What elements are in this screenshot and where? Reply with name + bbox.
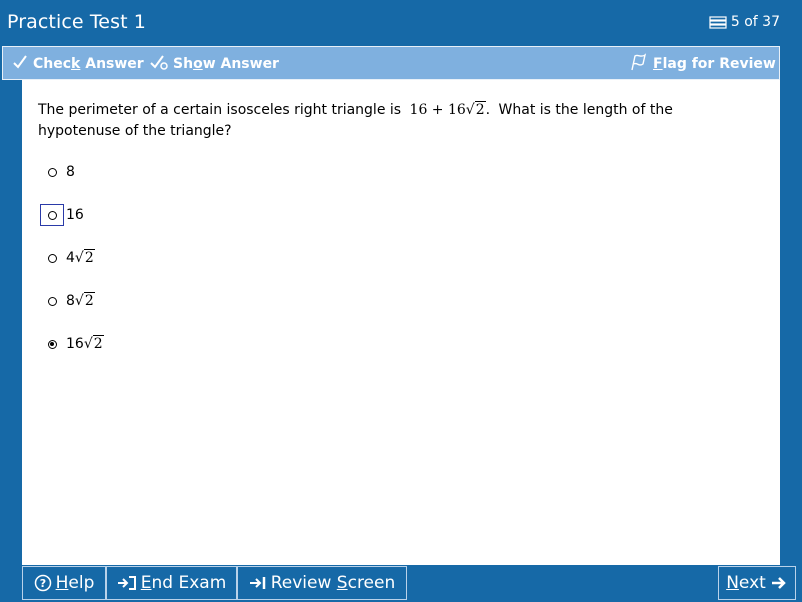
radio-button[interactable] bbox=[47, 167, 57, 177]
show-answer-icon bbox=[149, 53, 169, 75]
counter-text: 5 of 37 bbox=[730, 14, 780, 30]
question-circle-icon: ? bbox=[34, 574, 52, 592]
review-screen-button[interactable]: Review Screen bbox=[237, 566, 407, 600]
answer-option[interactable]: 16√2 bbox=[40, 333, 104, 355]
question-panel: The perimeter of a certain isosceles rig… bbox=[22, 80, 780, 565]
question-counter: 5 of 37 bbox=[709, 14, 780, 30]
check-pencil-icon bbox=[11, 53, 29, 75]
answer-option[interactable]: 4√2 bbox=[40, 247, 95, 269]
radio-container[interactable] bbox=[40, 333, 64, 355]
page-title: Practice Test 1 bbox=[7, 11, 146, 33]
answer-option[interactable]: 16 bbox=[40, 204, 84, 226]
check-answer-button[interactable]: Check Answer bbox=[11, 54, 144, 74]
exit-arrow-icon bbox=[117, 575, 137, 591]
radio-container[interactable] bbox=[40, 161, 64, 183]
next-button[interactable]: Next bbox=[718, 566, 796, 600]
question-text: The perimeter of a certain isosceles rig… bbox=[38, 101, 673, 139]
help-button[interactable]: ? Help bbox=[22, 566, 106, 600]
svg-text:?: ? bbox=[39, 577, 45, 590]
option-label: 16 bbox=[66, 207, 84, 223]
option-label: 8 bbox=[66, 164, 75, 180]
flag-for-review-button[interactable]: Flag for Review bbox=[629, 53, 776, 75]
radio-button[interactable] bbox=[47, 296, 57, 306]
arrow-bar-icon bbox=[249, 575, 267, 591]
radio-container[interactable] bbox=[40, 204, 64, 226]
question-math: 16 + 16√2. bbox=[409, 101, 491, 118]
answer-option[interactable]: 8 bbox=[40, 161, 75, 183]
radio-button[interactable] bbox=[47, 253, 57, 263]
flag-icon bbox=[629, 53, 649, 75]
end-exam-button[interactable]: End Exam bbox=[106, 566, 237, 600]
radio-button[interactable] bbox=[47, 210, 57, 220]
bottom-bar: ? Help End Exam Review Screen Next bbox=[22, 566, 800, 602]
option-label: 8√2 bbox=[66, 292, 95, 309]
arrow-right-icon bbox=[770, 575, 788, 591]
option-label: 4√2 bbox=[66, 249, 95, 266]
radio-container[interactable] bbox=[40, 247, 64, 269]
option-label: 16√2 bbox=[66, 335, 104, 352]
show-answer-button[interactable]: Show Answer bbox=[149, 54, 279, 74]
radio-container[interactable] bbox=[40, 290, 64, 312]
toolbar: Check Answer Show Answer Flag for Review bbox=[2, 46, 780, 80]
radio-button[interactable] bbox=[47, 339, 57, 349]
app-window: Practice Test 1 5 of 37 Check Answer Sho… bbox=[0, 0, 802, 602]
title-bar: Practice Test 1 5 of 37 bbox=[0, 0, 802, 46]
answer-option[interactable]: 8√2 bbox=[40, 290, 95, 312]
stack-icon bbox=[709, 15, 727, 29]
